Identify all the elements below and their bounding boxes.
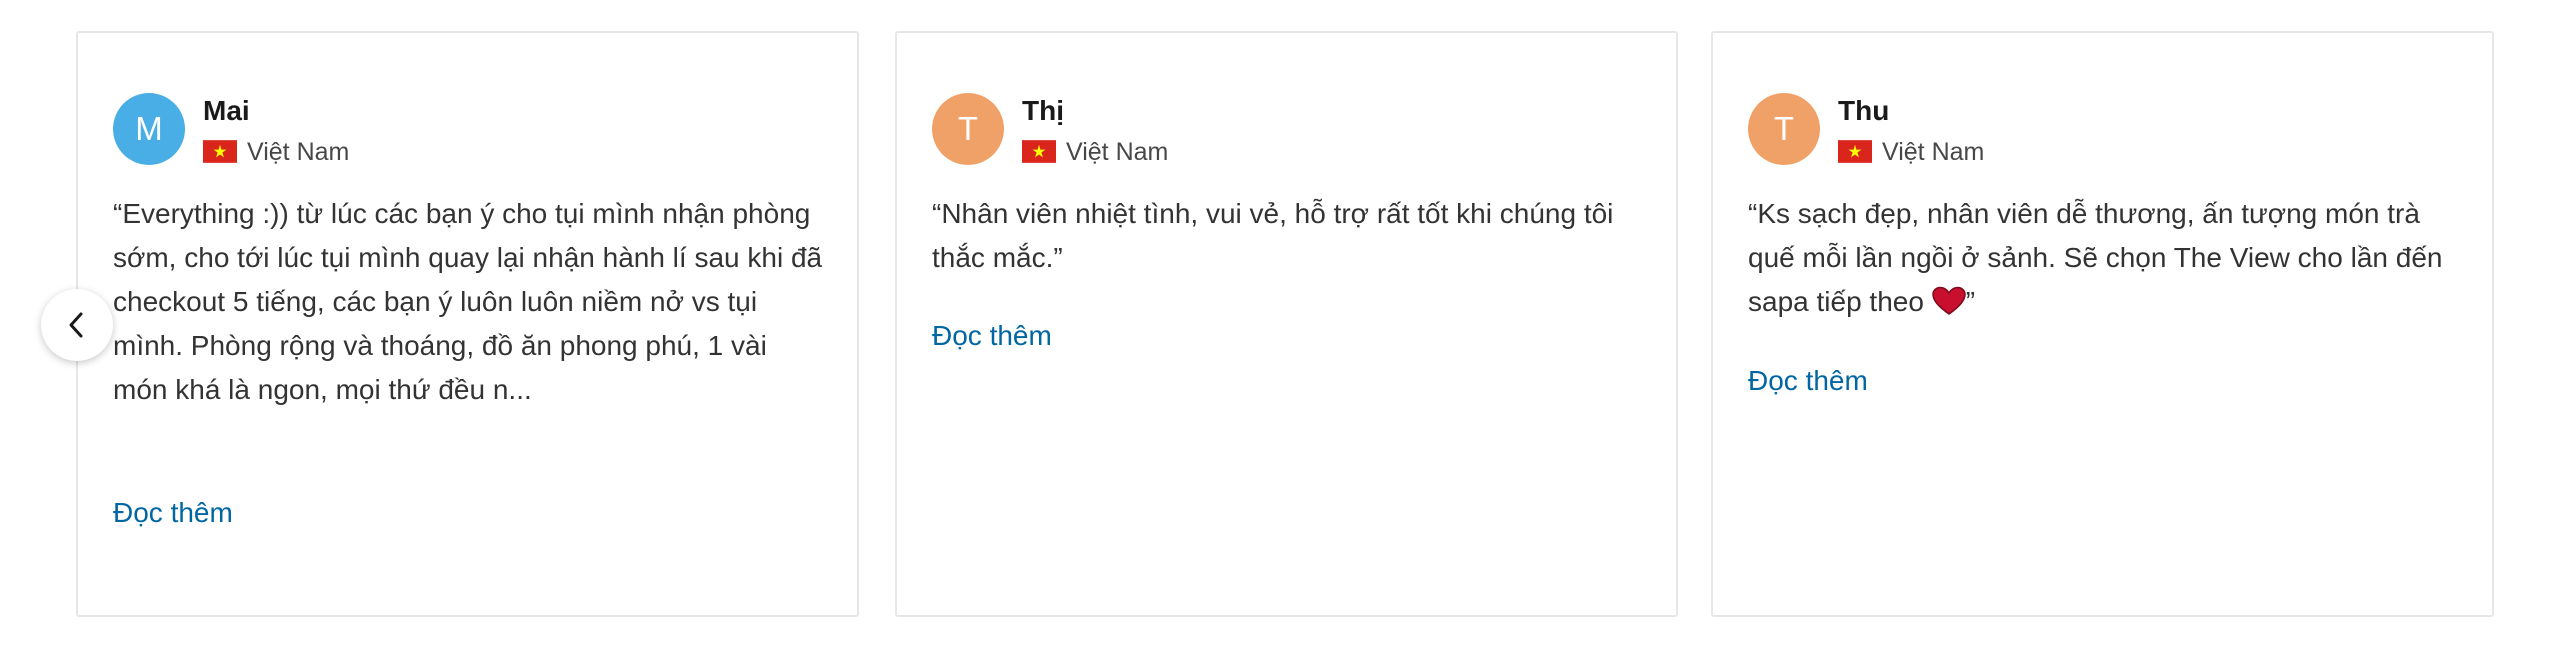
- review-text-close-quote: ”: [1965, 286, 1976, 317]
- read-more-link[interactable]: Đọc thêm: [1748, 363, 1868, 399]
- vietnam-flag-icon: [1022, 140, 1056, 163]
- read-more-link[interactable]: Đọc thêm: [113, 495, 233, 531]
- country-name: Việt Nam: [1882, 138, 1985, 166]
- avatar: T: [932, 93, 1004, 165]
- previous-button[interactable]: [41, 289, 113, 361]
- country-name: Việt Nam: [1066, 138, 1169, 166]
- review-text: “Everything :)) từ lúc các bạn ý cho tụi…: [113, 198, 823, 405]
- review-card: T Thu Việt Nam “Ks sạch đẹp, nhân viên d…: [1711, 31, 2494, 617]
- country-name: Việt Nam: [247, 138, 350, 166]
- review-text: “Ks sạch đẹp, nhân viên dễ thương, ấn tư…: [1748, 192, 2458, 324]
- review-card: T Thị Việt Nam “Nhân viên nhiệt tình, vu…: [895, 31, 1678, 617]
- read-more-link[interactable]: Đọc thêm: [932, 318, 1052, 354]
- reviews-carousel: M Mai Việt Nam “Everything :)) từ lúc cá…: [0, 0, 2560, 663]
- review-text: “Nhân viên nhiệt tình, vui vẻ, hỗ trợ rấ…: [932, 198, 1614, 273]
- red-heart-icon: [1931, 286, 1966, 315]
- chevron-left-icon: [69, 312, 83, 338]
- vietnam-flag-icon: [1838, 140, 1872, 163]
- vietnam-flag-icon: [203, 140, 237, 163]
- reviewer-name: Mai: [203, 95, 250, 126]
- review-card: M Mai Việt Nam “Everything :)) từ lúc cá…: [76, 31, 859, 617]
- reviewer-name: Thị: [1022, 95, 1064, 126]
- avatar: M: [113, 93, 185, 165]
- reviewer-name: Thu: [1838, 95, 1890, 126]
- avatar: T: [1748, 93, 1820, 165]
- review-text-body: “Ks sạch đẹp, nhân viên dễ thương, ấn tư…: [1748, 198, 2443, 317]
